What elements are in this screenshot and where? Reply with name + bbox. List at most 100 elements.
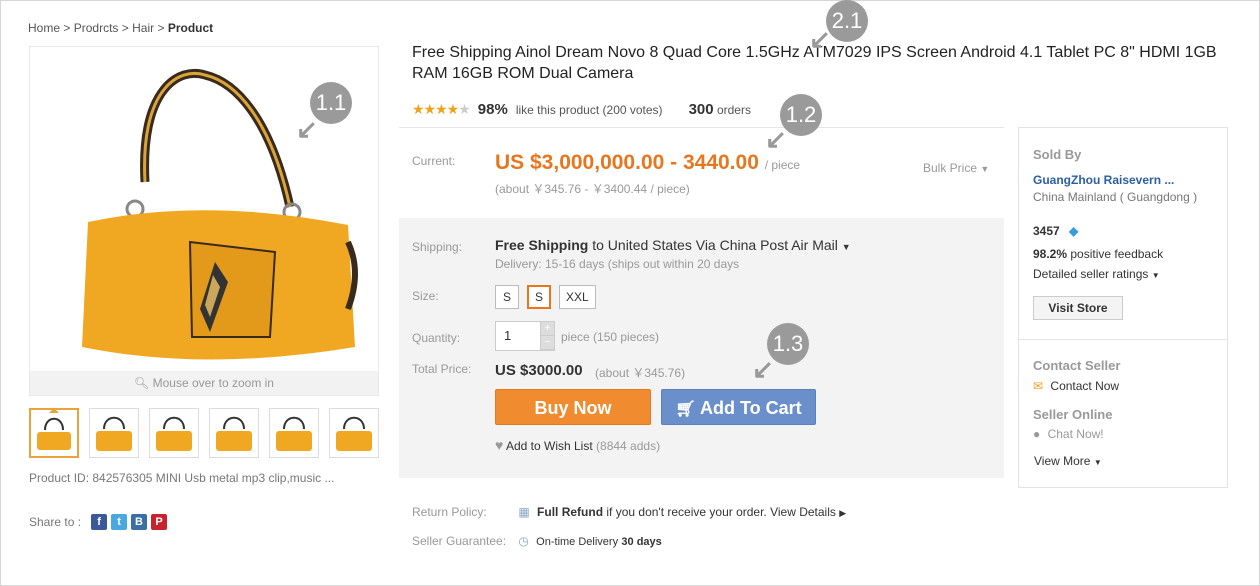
full-refund-text: Full Refund xyxy=(537,505,604,519)
vk-icon[interactable]: B xyxy=(131,514,148,530)
seller-name-link[interactable]: GuangZhou Raisevern ... xyxy=(1033,173,1174,187)
callout-2-1: 2.1 xyxy=(826,0,868,42)
size-option-selected[interactable]: S xyxy=(527,285,552,309)
zoom-hint-text: Mouse over to zoom in xyxy=(152,376,274,390)
pinterest-icon[interactable]: P xyxy=(151,514,168,530)
breadcrumb-separator: > xyxy=(121,21,129,35)
breadcrumb: Home > Prodrcts > Hair > Product xyxy=(28,21,213,35)
total-price-label: Total Price: xyxy=(412,362,472,376)
thumbnail[interactable] xyxy=(269,408,319,458)
chevron-right-icon: ▶ xyxy=(839,508,847,518)
view-more-dropdown[interactable]: View More ▼ xyxy=(1034,454,1102,468)
quantity-input[interactable]: 1 xyxy=(496,322,540,350)
twitter-icon[interactable]: t xyxy=(111,514,128,530)
chat-icon: ● xyxy=(1033,427,1041,441)
shipping-label: Shipping: xyxy=(412,240,463,254)
share-label: Share to : xyxy=(29,515,82,529)
size-option[interactable]: S xyxy=(495,285,519,309)
seller-online-title: Seller Online xyxy=(1033,407,1113,422)
add-to-cart-label: Add To Cart xyxy=(700,398,802,418)
detailed-ratings-label: Detailed seller ratings xyxy=(1033,267,1149,281)
add-to-cart-button[interactable]: 🛒︎ Add To Cart xyxy=(661,389,816,425)
bulk-price-dropdown[interactable]: Bulk Price ▼ xyxy=(923,161,989,175)
seller-guarantee: Seller Guarantee: ◷ On-time Delivery 30 … xyxy=(412,534,662,548)
breadcrumb-products[interactable]: Prodrcts xyxy=(74,21,119,35)
minus-icon[interactable]: − xyxy=(541,336,554,350)
contact-now-link[interactable]: ✉ Contact Now xyxy=(1033,379,1119,393)
thumbnail-strip xyxy=(29,408,379,458)
wish-list-count: (8844 adds) xyxy=(596,439,661,453)
plus-icon[interactable]: + xyxy=(541,322,554,336)
diamond-icon: ◆ xyxy=(1069,224,1079,238)
cart-icon: 🛒︎ xyxy=(675,401,696,418)
price-unit: / piece xyxy=(764,158,801,172)
divider xyxy=(1019,339,1227,340)
price-value: US $3,000,000.00 - 3440.00 xyxy=(495,151,759,174)
share-bar: Share to : f t B P xyxy=(29,514,168,530)
orders-count: 300 orders xyxy=(689,101,751,118)
chevron-down-icon: ▼ xyxy=(980,164,990,174)
total-price-about: (about ￥345.76) xyxy=(595,366,686,380)
chevron-down-icon: ▼ xyxy=(1093,458,1102,467)
orders-number: 300 xyxy=(688,101,714,118)
arrow-icon: ↙ xyxy=(296,114,318,144)
heart-icon: ♥ xyxy=(495,437,504,453)
star-rating-icon: ★★★★★ xyxy=(412,101,471,117)
chat-now-link[interactable]: ● Chat Now! xyxy=(1033,427,1104,441)
visit-store-button[interactable]: Visit Store xyxy=(1033,296,1123,320)
thumbnail[interactable] xyxy=(29,408,79,458)
size-option[interactable]: XXL xyxy=(559,285,596,309)
contact-seller-title: Contact Seller xyxy=(1033,358,1121,373)
buy-now-button[interactable]: Buy Now xyxy=(495,389,651,425)
facebook-icon[interactable]: f xyxy=(91,514,108,530)
thumbnail[interactable] xyxy=(209,408,259,458)
wish-list-link[interactable]: ♥ Add to Wish List (8844 adds) xyxy=(495,437,660,453)
delivery-days: 30 days xyxy=(621,536,662,548)
quantity-label: Quantity: xyxy=(412,331,461,345)
arrow-icon: ↙ xyxy=(752,354,774,384)
divider xyxy=(399,127,1004,128)
orders-label: orders xyxy=(716,103,751,117)
seller-panel: Sold By GuangZhou Raisevern ... China Ma… xyxy=(1018,127,1228,488)
arrow-icon: ↙ xyxy=(809,24,831,54)
rating-percent: 98% xyxy=(477,101,508,118)
seller-score-value: 3457 xyxy=(1033,224,1060,238)
breadcrumb-separator: > xyxy=(157,21,165,35)
thumbnail[interactable] xyxy=(329,408,379,458)
envelope-icon: ✉ xyxy=(1033,379,1044,393)
zoom-hint-bar: 🔍︎ Mouse over to zoom in xyxy=(30,371,378,395)
shipping-selector[interactable]: Free Shipping to United States Via China… xyxy=(495,237,851,253)
wish-list-label: Add to Wish List xyxy=(505,439,593,453)
seller-feedback: 98.2% positive feedback xyxy=(1033,247,1163,261)
clock-icon: ◷ xyxy=(518,534,529,548)
delivery-estimate: Delivery: 15-16 days (ships out within 2… xyxy=(495,257,740,271)
return-policy-label: Return Policy: xyxy=(412,505,487,519)
arrow-icon: ↙ xyxy=(765,124,787,154)
thumbnail[interactable] xyxy=(89,408,139,458)
contact-now-label: Contact Now xyxy=(1050,379,1120,393)
shipping-method-text: to United States Via China Post Air Mail xyxy=(592,237,838,253)
rating-row: ★★★★★ 98% like this product (200 votes) … xyxy=(412,101,751,118)
breadcrumb-hair[interactable]: Hair xyxy=(132,21,154,35)
seller-location: China Mainland ( Guangdong ) xyxy=(1033,190,1198,204)
on-time-delivery-text: On-time Delivery xyxy=(536,536,619,548)
price-label: Current: xyxy=(412,154,456,168)
quantity-stepper[interactable]: 1 + − xyxy=(495,321,555,351)
search-icon: 🔍︎ xyxy=(134,376,150,390)
feedback-text: positive feedback xyxy=(1070,247,1164,261)
rating-text: like this product (200 votes) xyxy=(515,102,663,117)
product-id: Product ID: 842576305 MINI Usb metal mp3… xyxy=(29,471,335,485)
free-shipping-text: Free Shipping xyxy=(495,237,589,253)
feedback-percent: 98.2% xyxy=(1033,247,1068,261)
sold-by-label: Sold By xyxy=(1033,147,1082,162)
seller-score: 3457 ◆ xyxy=(1033,224,1078,238)
return-policy: Return Policy: ▦ Full Refund if you don'… xyxy=(412,505,846,519)
bulk-price-label: Bulk Price xyxy=(923,161,978,175)
thumbnail[interactable] xyxy=(149,408,199,458)
detailed-ratings-dropdown[interactable]: Detailed seller ratings ▼ xyxy=(1033,267,1160,281)
seller-guarantee-label: Seller Guarantee: xyxy=(412,534,507,548)
breadcrumb-home[interactable]: Home xyxy=(28,21,60,35)
breadcrumb-separator: > xyxy=(63,21,71,35)
breadcrumb-current: Product xyxy=(167,21,214,35)
return-policy-text[interactable]: if you don't receive your order. View De… xyxy=(606,505,836,519)
